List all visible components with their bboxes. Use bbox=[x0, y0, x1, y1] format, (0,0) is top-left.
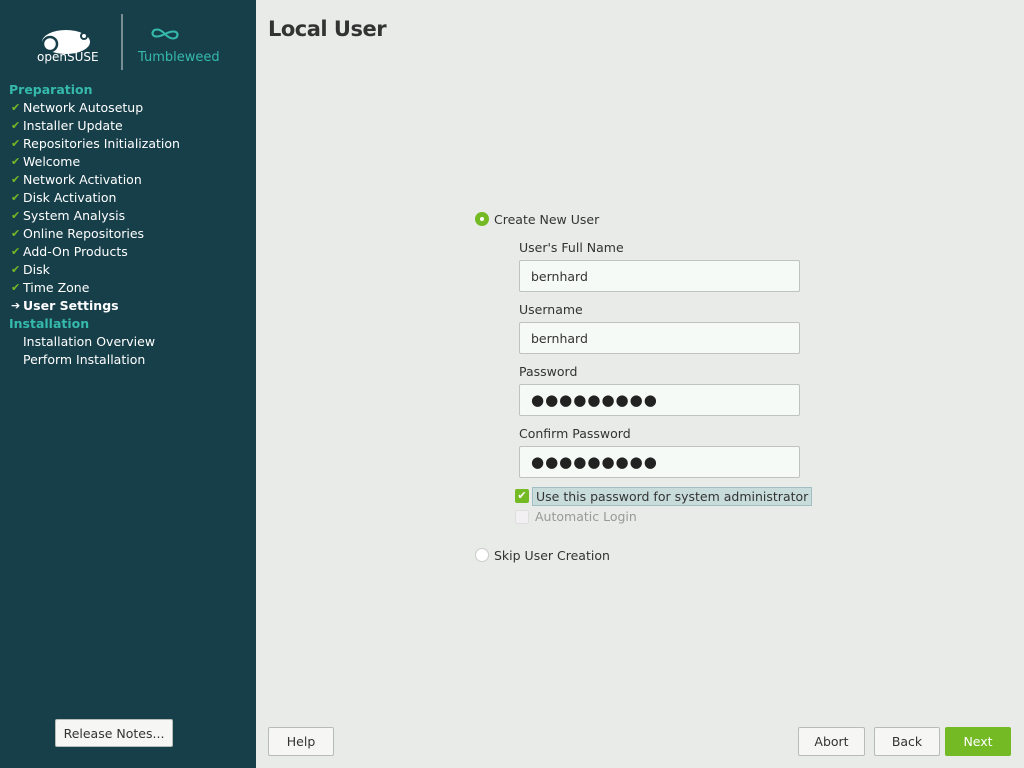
step-item: ➔ User Settings bbox=[9, 297, 180, 315]
step-item: ✔ Network Activation bbox=[9, 171, 180, 189]
next-button[interactable]: Next bbox=[945, 727, 1011, 756]
check-icon: ✔ bbox=[11, 263, 21, 276]
auto-login-checkbox[interactable] bbox=[515, 510, 529, 524]
check-icon: ✔ bbox=[11, 173, 21, 186]
check-icon: ✔ bbox=[11, 209, 21, 222]
help-button[interactable]: Help bbox=[268, 727, 334, 756]
step-label: Network Autosetup bbox=[23, 100, 144, 115]
step-label: Online Repositories bbox=[23, 226, 145, 241]
step-label: Add-On Products bbox=[23, 244, 128, 259]
username-label: Username bbox=[519, 302, 583, 317]
sidebar: openSUSE Tumbleweed Preparation ✔ Network … bbox=[0, 0, 256, 768]
section-title: Installation bbox=[9, 316, 90, 331]
step-item: Perform Installation bbox=[9, 351, 180, 369]
step-label: Disk bbox=[23, 262, 50, 277]
step-item: ✔ Time Zone bbox=[9, 279, 180, 297]
opensuse-logo-icon: openSUSE Tumbleweed bbox=[37, 14, 220, 70]
brand-text: openSUSE bbox=[37, 50, 99, 64]
step-label: Installer Update bbox=[23, 118, 123, 133]
back-button[interactable]: Back bbox=[874, 727, 940, 756]
step-item: ✔ Disk Activation bbox=[9, 189, 180, 207]
auto-login-label[interactable]: Automatic Login bbox=[535, 509, 637, 524]
step-label: Time Zone bbox=[23, 280, 90, 295]
password-value: ●●●●●●●●● bbox=[531, 391, 658, 409]
check-icon: ✔ bbox=[11, 119, 21, 132]
check-icon: ✔ bbox=[11, 227, 21, 240]
step-label: Network Activation bbox=[23, 172, 142, 187]
check-icon: ✔ bbox=[11, 101, 21, 114]
confirm-password-value: ●●●●●●●●● bbox=[531, 453, 658, 471]
check-icon: ✔ bbox=[11, 137, 21, 150]
password-label: Password bbox=[519, 364, 578, 379]
step-label: Welcome bbox=[23, 154, 81, 169]
step-item: ✔ System Analysis bbox=[9, 207, 180, 225]
step-item: ✔ Installer Update bbox=[9, 117, 180, 135]
release-notes-button[interactable]: Release Notes... bbox=[55, 719, 173, 747]
step-item: ✔ Network Autosetup bbox=[9, 99, 180, 117]
confirm-password-input[interactable]: ●●●●●●●●● bbox=[519, 446, 800, 478]
arrow-icon: ➔ bbox=[11, 299, 21, 312]
step-label: User Settings bbox=[23, 298, 119, 313]
username-value: bernhard bbox=[531, 330, 588, 346]
page-title: Local User bbox=[268, 17, 387, 41]
logo: openSUSE Tumbleweed bbox=[36, 14, 226, 70]
step-item: ✔ Disk bbox=[9, 261, 180, 279]
full-name-label: User's Full Name bbox=[519, 240, 624, 255]
step-item: ✔ Add-On Products bbox=[9, 243, 180, 261]
steps-list: Preparation ✔ Network Autosetup ✔ Installer … bbox=[9, 81, 180, 369]
section-title: Preparation bbox=[9, 82, 93, 97]
check-icon: ✔ bbox=[11, 155, 21, 168]
username-input[interactable]: bernhard bbox=[519, 322, 800, 354]
skip-user-radio[interactable] bbox=[475, 548, 489, 562]
create-user-label[interactable]: Create New User bbox=[494, 212, 599, 227]
check-icon: ✔ bbox=[11, 281, 21, 294]
step-item: ✔ Online Repositories bbox=[9, 225, 180, 243]
step-label: Disk Activation bbox=[23, 190, 117, 205]
abort-button[interactable]: Abort bbox=[798, 727, 865, 756]
skip-user-label[interactable]: Skip User Creation bbox=[494, 548, 610, 563]
step-label: Installation Overview bbox=[23, 334, 156, 349]
step-label: Perform Installation bbox=[23, 352, 146, 367]
step-item: ✔ Welcome bbox=[9, 153, 180, 171]
admin-password-checkbox[interactable]: ✔ bbox=[515, 489, 529, 503]
confirm-password-label: Confirm Password bbox=[519, 426, 631, 441]
step-item: ✔ Repositories Initialization bbox=[9, 135, 180, 153]
step-label: Repositories Initialization bbox=[23, 136, 180, 151]
password-input[interactable]: ●●●●●●●●● bbox=[519, 384, 800, 416]
step-label: System Analysis bbox=[23, 208, 126, 223]
tumbleweed-icon bbox=[151, 28, 179, 40]
edition-text: Tumbleweed bbox=[137, 50, 220, 65]
create-user-radio[interactable] bbox=[475, 212, 489, 226]
full-name-value: bernhard bbox=[531, 268, 588, 284]
check-icon: ✔ bbox=[11, 245, 21, 258]
step-item: Installation Overview bbox=[9, 333, 180, 351]
check-icon: ✔ bbox=[11, 191, 21, 204]
admin-password-label[interactable]: Use this password for system administrat… bbox=[532, 487, 813, 506]
full-name-input[interactable]: bernhard bbox=[519, 260, 800, 292]
